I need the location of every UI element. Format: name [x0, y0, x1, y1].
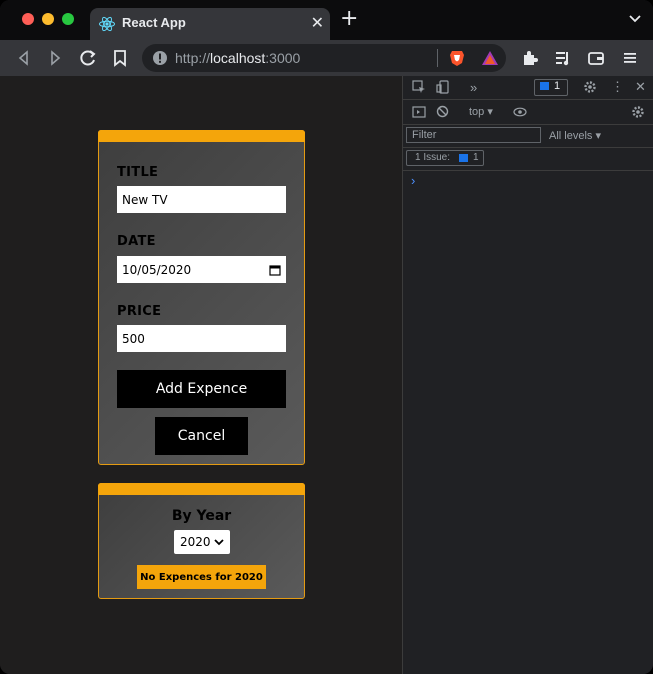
- back-icon[interactable]: [12, 46, 36, 70]
- menu-icon[interactable]: [621, 49, 639, 67]
- new-expense-form: TITLE New TV DATE 10/05/2020 PRICE 500 A…: [98, 130, 305, 465]
- title-input-value: New TV: [122, 192, 168, 207]
- issue-message-icon: [459, 154, 468, 162]
- sidebar-toggle-icon[interactable]: [412, 106, 426, 118]
- url-text: http://localhost:3000: [175, 50, 300, 66]
- date-label: DATE: [117, 234, 156, 249]
- minimize-window-button[interactable]: [42, 13, 54, 25]
- price-input[interactable]: 500: [117, 325, 286, 352]
- filter-heading: By Year: [171, 508, 232, 524]
- date-input[interactable]: 10/05/2020: [117, 256, 286, 283]
- price-input-value: 500: [122, 331, 145, 346]
- devtools-panel: » 1 ⋮ ✕ top ▾ Filter All levels ▾ 1 Issu…: [402, 76, 653, 674]
- reload-icon[interactable]: [76, 46, 100, 70]
- tab-title: React App: [122, 15, 186, 30]
- live-expression-eye-icon[interactable]: [513, 107, 527, 117]
- extensions-icon[interactable]: [521, 49, 539, 67]
- year-select[interactable]: 2020: [174, 530, 230, 554]
- form-accent-bar: [98, 130, 305, 142]
- empty-state-message: No Expences for 2020: [137, 565, 266, 589]
- url-scheme: http://: [175, 50, 211, 66]
- add-expense-button[interactable]: Add Expence: [117, 370, 286, 408]
- close-window-button[interactable]: [22, 13, 34, 25]
- omnibox-divider: [437, 49, 438, 67]
- price-label: PRICE: [117, 304, 162, 319]
- issues-badge[interactable]: 1: [534, 79, 568, 96]
- site-info-icon[interactable]: [152, 50, 168, 66]
- wallet-icon[interactable]: [587, 49, 605, 67]
- forward-icon[interactable]: [43, 46, 67, 70]
- issues-label: 1 Issue:: [415, 152, 451, 163]
- console-toolbar: top ▾: [403, 100, 653, 125]
- console-filter-input[interactable]: Filter: [406, 127, 541, 143]
- title-label: TITLE: [117, 165, 159, 180]
- more-tabs-icon[interactable]: »: [470, 80, 477, 95]
- tab-bar: React App ✕ +: [0, 0, 653, 40]
- brave-rewards-icon[interactable]: [481, 49, 499, 67]
- settings-gear-icon[interactable]: [583, 80, 597, 94]
- console-prompt[interactable]: ›: [411, 173, 415, 188]
- chevron-down-icon: [214, 539, 224, 546]
- address-bar[interactable]: http://localhost:3000: [142, 44, 506, 72]
- media-controls-icon[interactable]: [554, 49, 572, 67]
- date-input-value: 10/05/2020: [122, 262, 192, 277]
- issues-badge-count: 1: [554, 80, 561, 92]
- kebab-menu-icon[interactable]: ⋮: [611, 79, 624, 95]
- year-select-value: 2020: [180, 535, 211, 549]
- new-tab-button[interactable]: +: [340, 8, 358, 30]
- browser-window: React App ✕ + http://localhost:3000 TITL…: [0, 0, 653, 674]
- devtools-main-toolbar: » 1 ⋮ ✕: [403, 76, 653, 100]
- issues-row: 1 Issue: 1: [403, 148, 653, 171]
- react-logo-icon: [99, 16, 115, 32]
- cancel-button[interactable]: Cancel: [155, 417, 248, 455]
- filter-accent-bar: [98, 483, 305, 495]
- maximize-window-button[interactable]: [62, 13, 74, 25]
- url-port: :3000: [265, 50, 301, 66]
- device-toolbar-icon[interactable]: [436, 80, 450, 94]
- tab-react-app[interactable]: React App ✕: [90, 8, 330, 40]
- console-filter-placeholder: Filter: [412, 129, 437, 141]
- bookmark-icon[interactable]: [108, 46, 132, 70]
- close-devtools-icon[interactable]: ✕: [635, 79, 646, 95]
- issues-link[interactable]: 1 Issue: 1: [406, 150, 484, 166]
- console-settings-icon[interactable]: [631, 105, 645, 119]
- log-levels-value: All levels: [549, 130, 593, 142]
- title-input[interactable]: New TV: [117, 186, 286, 213]
- issues-count: 1: [473, 152, 479, 163]
- close-tab-icon[interactable]: ✕: [311, 13, 324, 32]
- calendar-icon[interactable]: [269, 264, 281, 276]
- clear-console-icon[interactable]: [436, 105, 449, 118]
- message-icon: [540, 82, 549, 90]
- url-host: localhost: [210, 50, 266, 66]
- browser-toolbar: http://localhost:3000: [0, 40, 653, 76]
- year-filter-card: By Year 2020 No Expences for 2020: [98, 483, 305, 599]
- inspect-element-icon[interactable]: [412, 80, 426, 94]
- log-levels-dropdown[interactable]: All levels ▾: [549, 129, 601, 142]
- page-viewport: TITLE New TV DATE 10/05/2020 PRICE 500 A…: [0, 76, 402, 674]
- tab-search-chevron-icon[interactable]: [629, 12, 641, 24]
- brave-shields-icon[interactable]: [449, 49, 465, 67]
- filter-row: Filter All levels ▾: [403, 125, 653, 148]
- context-selector[interactable]: top ▾: [469, 105, 493, 118]
- context-selector-value: top: [469, 106, 485, 118]
